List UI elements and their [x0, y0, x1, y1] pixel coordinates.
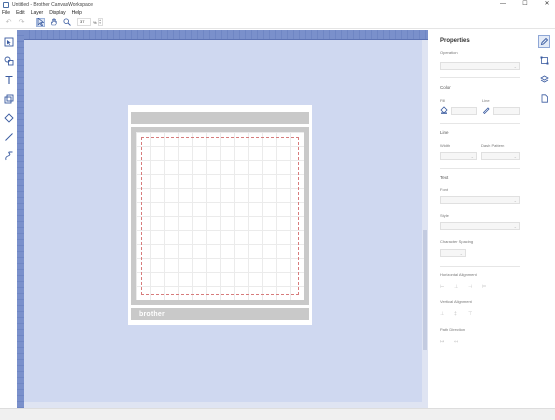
font-label: Font	[440, 187, 449, 192]
canvas-workspace[interactable]: brother	[17, 30, 428, 408]
shapes-icon[interactable]	[3, 54, 15, 68]
path-reverse-icon[interactable]: ↤	[454, 339, 458, 345]
layers-icon[interactable]	[538, 73, 550, 86]
status-bar	[0, 408, 555, 420]
properties-panel: Properties Operation ⌄ Color Fill Line L…	[430, 30, 533, 408]
operation-label: Operation	[440, 50, 458, 55]
menu-layer[interactable]: Layer	[31, 10, 44, 16]
character-spacing-input[interactable]: ⌄	[440, 249, 466, 257]
align-right-icon[interactable]: ⊣	[468, 284, 472, 290]
dash-pattern-select[interactable]: ⌄	[481, 152, 520, 160]
select-arrow-icon[interactable]	[36, 17, 45, 27]
color-section-title: Color	[440, 85, 451, 90]
redo-icon[interactable]: ↷	[17, 18, 26, 27]
chevron-down-icon: ⌄	[513, 64, 517, 69]
fill-bucket-icon[interactable]	[3, 111, 15, 125]
align-left-icon[interactable]: ⊢	[440, 284, 444, 290]
horizontal-alignment-label: Horizontal Alignment	[440, 272, 477, 277]
line-section-title: Line	[440, 130, 449, 135]
mat-frame	[131, 127, 309, 305]
vertical-alignment-label: Vertical Alignment	[440, 299, 472, 304]
vertical-ruler	[17, 30, 24, 408]
menu-bar: File Edit Layer Display Help	[0, 9, 82, 16]
font-select[interactable]: ⌄	[440, 196, 520, 204]
transform-icon[interactable]	[538, 54, 550, 67]
line-color-icon[interactable]	[482, 106, 490, 116]
title-bar: Untitled - Brother CanvasWorkspace — ☐ ✕	[0, 0, 555, 9]
divider	[440, 123, 520, 124]
pan-hand-icon[interactable]	[49, 18, 58, 27]
chevron-down-icon: ⌄	[459, 251, 463, 256]
minimize-button[interactable]: —	[497, 1, 509, 8]
line-width-select[interactable]: ⌄	[440, 152, 477, 160]
horizontal-ruler	[17, 30, 428, 40]
width-label: Width	[440, 143, 451, 148]
layers-frame-icon[interactable]	[3, 92, 15, 106]
mat-top-strip	[131, 112, 309, 124]
toolbar: ↶ ↷ 37 % ▲ ▼	[0, 16, 555, 29]
align-justify-icon[interactable]: ⊨	[482, 284, 486, 290]
fill-color-field[interactable]	[451, 107, 477, 115]
chevron-down-icon: ⌄	[513, 154, 517, 159]
fill-color-icon[interactable]	[440, 106, 448, 116]
zoom-magnifier-icon[interactable]	[62, 18, 71, 27]
operation-select[interactable]: ⌄	[440, 62, 520, 70]
page-icon[interactable]	[538, 92, 550, 105]
chevron-down-icon: ⌄	[470, 154, 474, 159]
divider	[440, 266, 520, 267]
valign-center-icon[interactable]: ‡	[454, 311, 457, 317]
cutting-mat: brother	[128, 105, 312, 325]
menu-display[interactable]: Display	[49, 10, 65, 16]
edit-points-icon[interactable]	[3, 35, 15, 49]
mat-bottom-strip: brother	[131, 308, 309, 320]
chevron-down-icon: ⌄	[513, 198, 517, 203]
menu-edit[interactable]: Edit	[16, 10, 25, 16]
line-icon[interactable]	[3, 130, 15, 144]
properties-title: Properties	[440, 38, 470, 44]
right-toolbar	[533, 30, 555, 408]
dash-pattern-label: Dash Pattern	[481, 143, 505, 148]
zoom-stepper[interactable]: ▲ ▼	[97, 18, 103, 26]
path-direction-label: Path Direction	[440, 327, 466, 332]
zoom-unit: %	[93, 19, 97, 25]
zoom-input[interactable]: 37	[77, 18, 91, 26]
window-title: Untitled - Brother CanvasWorkspace	[12, 1, 94, 8]
properties-pen-icon[interactable]	[538, 35, 550, 48]
character-spacing-label: Character Spacing	[440, 239, 474, 244]
style-label: Style	[440, 213, 449, 218]
valign-top-icon[interactable]: ⊤	[468, 311, 472, 317]
brand-logo: brother	[139, 310, 165, 318]
vertical-scrollbar[interactable]	[422, 40, 428, 402]
left-toolbar	[0, 30, 17, 408]
path-forward-icon[interactable]: ↦	[440, 339, 444, 345]
vertical-scroll-thumb[interactable]	[423, 230, 427, 350]
undo-icon[interactable]: ↶	[4, 18, 13, 27]
chevron-down-icon: ⌄	[513, 224, 517, 229]
line-color-field[interactable]	[493, 107, 520, 115]
valign-bottom-icon[interactable]: ⊥	[440, 311, 444, 317]
maximize-button[interactable]: ☐	[519, 1, 531, 8]
close-button[interactable]: ✕	[541, 1, 553, 8]
freehand-icon[interactable]	[3, 149, 15, 163]
text-section-title: Text	[440, 175, 449, 180]
divider	[440, 168, 520, 169]
style-select[interactable]: ⌄	[440, 222, 520, 230]
menu-file[interactable]: File	[2, 10, 10, 16]
divider	[440, 77, 520, 78]
cut-area-boundary	[141, 137, 299, 295]
menu-help[interactable]: Help	[72, 10, 82, 16]
window-controls: — ☐ ✕	[497, 1, 553, 8]
line-color-label: Line	[482, 98, 490, 103]
align-center-icon[interactable]: ⊥	[454, 284, 458, 290]
text-icon[interactable]	[3, 73, 15, 87]
app-icon	[3, 1, 9, 8]
mat-grid[interactable]	[136, 132, 304, 300]
fill-label: Fill	[440, 98, 446, 103]
